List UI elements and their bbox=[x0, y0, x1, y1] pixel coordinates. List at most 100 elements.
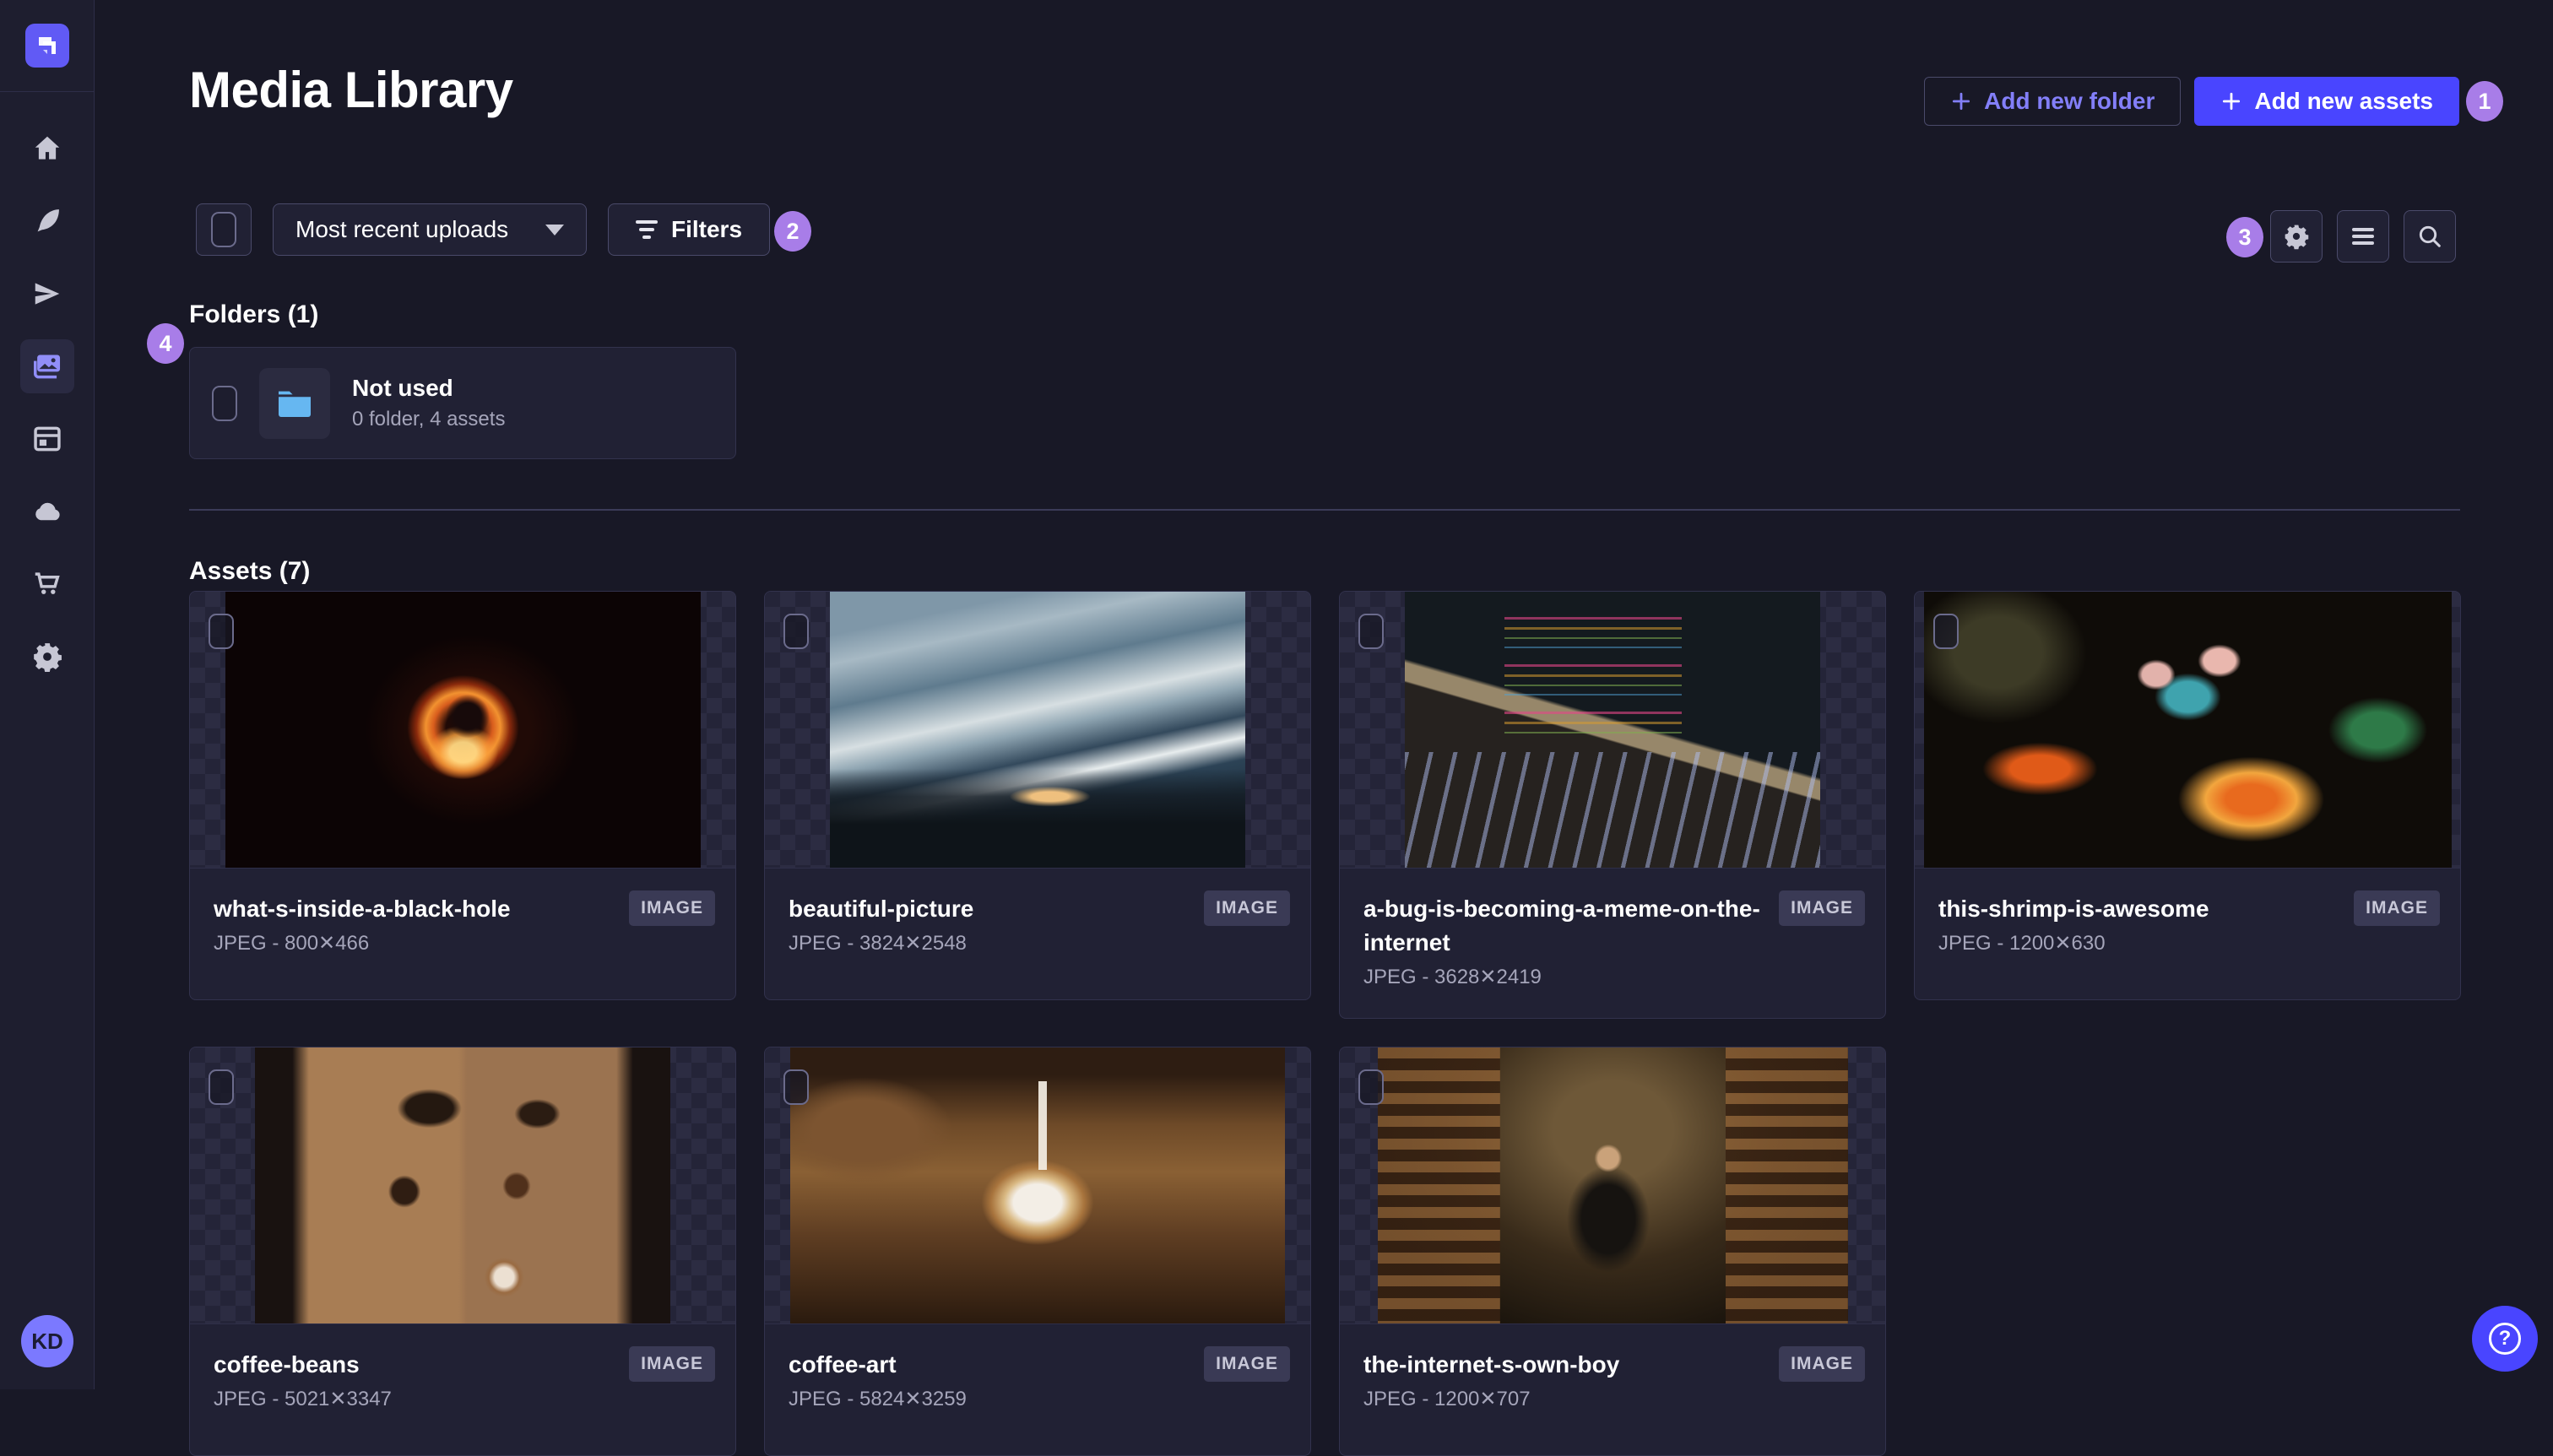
asset-checkbox[interactable] bbox=[209, 614, 234, 649]
folder-checkbox[interactable] bbox=[212, 385, 237, 421]
asset-name: beautiful-picture bbox=[789, 896, 974, 922]
asset-checkbox[interactable] bbox=[1358, 614, 1384, 649]
sidebar-nav bbox=[19, 112, 74, 693]
asset-info: coffee-art JPEG - 5824✕3259 IMAGE bbox=[765, 1324, 1310, 1455]
sidebar-item-content-builder[interactable] bbox=[20, 194, 74, 248]
sidebar-item-media-library[interactable] bbox=[19, 339, 74, 393]
strapi-logo-icon bbox=[38, 37, 56, 54]
asset-type-badge: IMAGE bbox=[1779, 1346, 1865, 1382]
asset-name: the-internet-s-own-boy bbox=[1363, 1351, 1620, 1378]
asset-card[interactable]: the-internet-s-own-boy JPEG - 1200✕707 I… bbox=[1339, 1047, 1886, 1456]
asset-thumbnail bbox=[765, 1047, 1310, 1324]
asset-thumbnail bbox=[190, 592, 735, 869]
asset-meta: JPEG - 800✕466 bbox=[214, 932, 370, 955]
question-mark-icon: ? bbox=[2489, 1323, 2521, 1355]
list-view-button[interactable] bbox=[2337, 210, 2389, 263]
filter-icon bbox=[636, 220, 658, 239]
asset-info: the-internet-s-own-boy JPEG - 1200✕707 I… bbox=[1340, 1324, 1885, 1455]
configure-view-button[interactable] bbox=[2270, 210, 2323, 263]
assets-heading: Assets (7) bbox=[189, 557, 311, 585]
asset-card[interactable]: a-bug-is-becoming-a-meme-on-the-internet… bbox=[1339, 591, 1886, 1019]
asset-thumbnail bbox=[1340, 1047, 1885, 1324]
sidebar-item-content-manager[interactable] bbox=[20, 412, 74, 466]
annotation-badge-2: 2 bbox=[774, 211, 811, 252]
paper-plane-icon bbox=[35, 283, 59, 305]
folders-heading: Folders (1) bbox=[189, 300, 319, 328]
asset-image-code-laptop bbox=[1405, 592, 1820, 868]
home-icon bbox=[35, 136, 59, 160]
add-new-assets-button[interactable]: Add new assets bbox=[2194, 77, 2459, 126]
asset-checkbox[interactable] bbox=[783, 1069, 809, 1105]
toolbar-right bbox=[2270, 210, 2456, 263]
asset-name: what-s-inside-a-black-hole bbox=[214, 896, 511, 922]
asset-card[interactable]: coffee-beans JPEG - 5021✕3347 IMAGE bbox=[189, 1047, 736, 1456]
asset-thumbnail bbox=[190, 1047, 735, 1324]
gear-icon bbox=[33, 643, 62, 673]
asset-type-badge: IMAGE bbox=[1204, 1346, 1290, 1382]
asset-checkbox[interactable] bbox=[209, 1069, 234, 1105]
assets-grid: what-s-inside-a-black-hole JPEG - 800✕46… bbox=[189, 591, 2461, 1456]
sidebar-item-settings[interactable] bbox=[20, 630, 74, 684]
sidebar-item-deploy[interactable] bbox=[20, 267, 74, 321]
asset-meta: JPEG - 1200✕707 bbox=[1363, 1388, 1531, 1410]
sidebar-item-cloud[interactable] bbox=[20, 484, 74, 539]
asset-image-coffee-beans bbox=[255, 1047, 670, 1323]
add-new-folder-label: Add new folder bbox=[1984, 88, 2155, 114]
asset-name: coffee-art bbox=[789, 1351, 897, 1378]
cloud-icon bbox=[35, 502, 60, 521]
asset-image-black-hole bbox=[225, 592, 701, 868]
chevron-down-icon bbox=[545, 224, 564, 235]
asset-meta: JPEG - 1200✕630 bbox=[1938, 932, 2106, 955]
add-new-assets-label: Add new assets bbox=[2254, 88, 2433, 114]
page-title: Media Library bbox=[189, 62, 513, 118]
feather-icon bbox=[37, 209, 59, 232]
section-divider bbox=[189, 509, 2460, 511]
asset-card[interactable]: coffee-art JPEG - 5824✕3259 IMAGE bbox=[764, 1047, 1311, 1456]
asset-info: this-shrimp-is-awesome JPEG - 1200✕630 I… bbox=[1915, 869, 2460, 999]
asset-info: coffee-beans JPEG - 5021✕3347 IMAGE bbox=[190, 1324, 735, 1455]
folder-card[interactable]: Not used 0 folder, 4 assets bbox=[189, 347, 736, 459]
asset-info: a-bug-is-becoming-a-meme-on-the-internet… bbox=[1340, 869, 1885, 1018]
asset-card[interactable]: beautiful-picture JPEG - 3824✕2548 IMAGE bbox=[764, 591, 1311, 1000]
asset-name: a-bug-is-becoming-a-meme-on-the-internet bbox=[1363, 896, 1760, 955]
asset-checkbox[interactable] bbox=[1933, 614, 1959, 649]
asset-info: beautiful-picture JPEG - 3824✕2548 IMAGE bbox=[765, 869, 1310, 999]
filters-label: Filters bbox=[671, 216, 743, 242]
strapi-logo[interactable] bbox=[24, 24, 69, 68]
asset-thumbnail bbox=[1340, 592, 1885, 869]
plus-icon bbox=[2223, 92, 2241, 111]
asset-image-mountains bbox=[830, 592, 1245, 868]
content-manager-icon bbox=[33, 426, 61, 452]
search-icon bbox=[2419, 225, 2441, 247]
help-button[interactable]: ? bbox=[2472, 1306, 2538, 1372]
asset-meta: JPEG - 3824✕2548 bbox=[789, 932, 967, 955]
folder-tile bbox=[259, 367, 330, 439]
user-avatar[interactable]: KD bbox=[21, 1315, 73, 1367]
asset-type-badge: IMAGE bbox=[1779, 890, 1865, 926]
asset-meta: JPEG - 5021✕3347 bbox=[214, 1388, 392, 1410]
asset-checkbox[interactable] bbox=[1358, 1069, 1384, 1105]
sidebar-divider bbox=[0, 91, 95, 92]
filters-button[interactable]: Filters bbox=[608, 203, 771, 256]
asset-meta: JPEG - 3628✕2419 bbox=[1363, 966, 1542, 988]
folder-name[interactable]: Not used bbox=[352, 375, 505, 402]
asset-card[interactable]: what-s-inside-a-black-hole JPEG - 800✕46… bbox=[189, 591, 736, 1000]
sidebar-item-marketplace[interactable] bbox=[20, 557, 74, 611]
asset-name: coffee-beans bbox=[214, 1351, 360, 1378]
asset-checkbox[interactable] bbox=[783, 614, 809, 649]
asset-name: this-shrimp-is-awesome bbox=[1938, 896, 2209, 922]
asset-type-badge: IMAGE bbox=[629, 1346, 715, 1382]
cart-icon bbox=[35, 572, 60, 594]
asset-card[interactable]: this-shrimp-is-awesome JPEG - 1200✕630 I… bbox=[1914, 591, 2461, 1000]
sort-select[interactable]: Most recent uploads bbox=[273, 203, 587, 256]
folder-meta: 0 folder, 4 assets bbox=[352, 408, 506, 430]
list-icon bbox=[2352, 225, 2374, 248]
search-button[interactable] bbox=[2404, 210, 2456, 263]
sidebar-item-home[interactable] bbox=[20, 122, 74, 176]
sort-select-value: Most recent uploads bbox=[295, 216, 509, 242]
add-new-folder-button[interactable]: Add new folder bbox=[1924, 77, 2182, 126]
plus-icon bbox=[1953, 92, 1970, 111]
annotation-badge-1: 1 bbox=[2466, 81, 2503, 122]
checkbox bbox=[211, 212, 236, 247]
select-all-checkbox[interactable] bbox=[196, 203, 252, 256]
